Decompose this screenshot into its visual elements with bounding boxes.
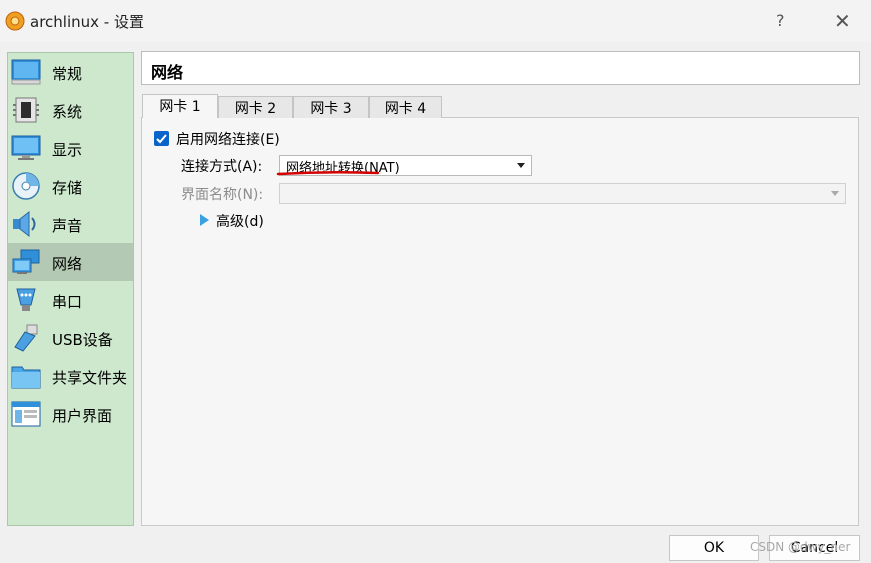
checkmark-icon [156,134,167,144]
sidebar-item-label: 网络 [52,255,83,273]
sidebar-item-label: 显示 [52,141,83,159]
speaker-icon [13,210,36,238]
sidebar-item-audio[interactable]: 声音 [8,205,133,243]
sidebar-item-user-interface[interactable]: 用户界面 [8,395,133,433]
sidebar-item-label: 共享文件夹 [52,369,128,387]
tab-adapter-1[interactable]: 网卡 1 [142,94,218,118]
enable-adapter-label[interactable]: 启用网络连接(E) [176,129,280,149]
title-bar: archlinux - 设置 ? ✕ [0,0,871,42]
usb-icon [14,324,38,352]
tab-adapter-4[interactable]: 网卡 4 [369,96,442,118]
sidebar-item-label: 串口 [52,293,83,311]
page-title: 网络 [141,51,860,85]
user-interface-icon [11,401,41,427]
system-chip-icon [13,97,39,123]
sidebar-item-general[interactable]: 常规 [8,53,133,91]
tab-adapter-3[interactable]: 网卡 3 [293,96,369,118]
general-icon [11,59,41,85]
sidebar-item-label: 常规 [52,65,83,83]
window-title: archlinux - 设置 [30,13,144,31]
sidebar-item-usb[interactable]: USB设备 [8,319,133,357]
adapter-tab-pane [141,117,859,526]
virtualbox-gear-icon [5,11,25,31]
chevron-down-icon [517,163,525,168]
sidebar-item-network[interactable]: 网络 [8,243,133,281]
ok-button[interactable]: OK [669,535,759,561]
settings-sidebar: 常规 系统 显示 存储 声音 网络 串口 USB设备 共享文件夹 用户界面 [7,52,134,526]
watermark: CSDN @dwy_ner [750,540,851,554]
enable-adapter-checkbox[interactable] [154,131,169,146]
help-button[interactable]: ? [776,11,785,30]
close-button[interactable]: ✕ [834,9,851,33]
monitor-icon [11,135,41,160]
expand-arrow-icon[interactable] [200,214,209,226]
adapter-name-label: 界面名称(N): [181,187,264,203]
adapter-name-select[interactable] [279,183,846,204]
sidebar-item-label: USB设备 [52,331,113,349]
sidebar-item-label: 声音 [52,217,83,235]
sidebar-item-label: 用户界面 [52,407,113,425]
sidebar-item-shared-folders[interactable]: 共享文件夹 [8,357,133,395]
advanced-toggle[interactable]: 高级(d) [216,211,264,231]
sidebar-item-storage[interactable]: 存储 [8,167,133,205]
sidebar-item-label: 存储 [52,179,83,197]
sidebar-item-label: 系统 [52,103,83,121]
sidebar-item-serial[interactable]: 串口 [8,281,133,319]
red-annotation-underline [276,170,380,176]
network-icon [12,249,40,274]
storage-disc-icon [12,172,40,200]
tab-adapter-2[interactable]: 网卡 2 [218,96,293,118]
attached-to-label: 连接方式(A): [181,159,263,175]
folder-icon [11,366,41,389]
sidebar-item-display[interactable]: 显示 [8,129,133,167]
serial-port-icon [16,288,36,311]
chevron-down-icon [831,191,839,196]
sidebar-item-system[interactable]: 系统 [8,91,133,129]
